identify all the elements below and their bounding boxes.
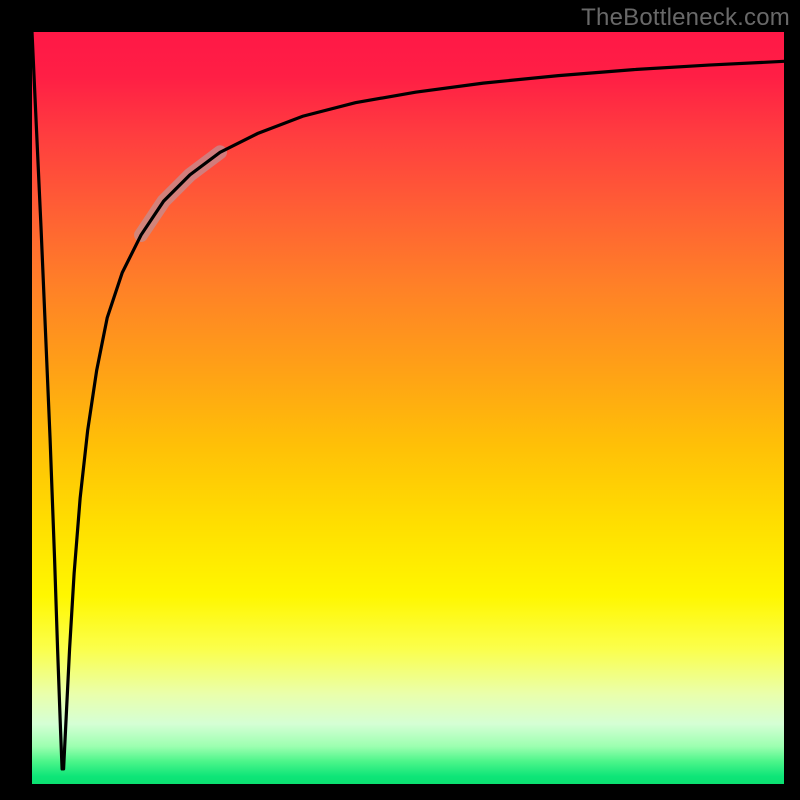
highlight-segment — [141, 152, 220, 235]
curve-svg — [32, 32, 784, 784]
chart-frame: TheBottleneck.com — [0, 0, 800, 800]
plot-area — [32, 32, 784, 784]
watermark-text: TheBottleneck.com — [581, 4, 790, 32]
curve-main — [64, 61, 784, 769]
curve-left-drop — [32, 32, 62, 769]
